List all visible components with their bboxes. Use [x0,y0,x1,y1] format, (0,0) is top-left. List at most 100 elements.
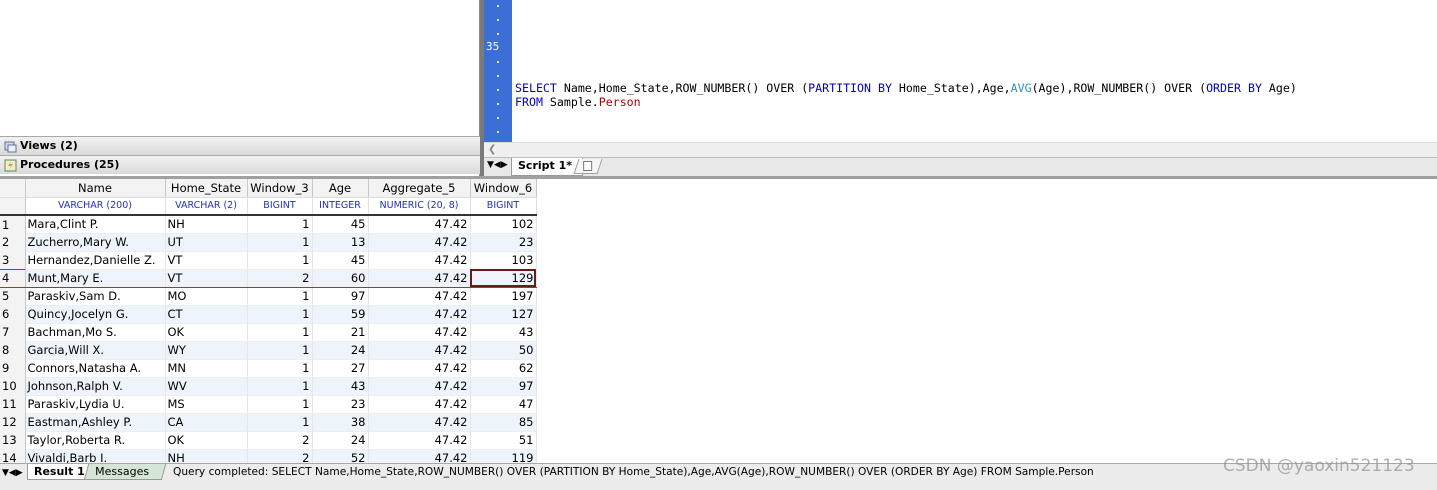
table-cell[interactable]: 47.42 [368,431,471,450]
table-cell[interactable]: MS [165,395,248,414]
column-header-age[interactable]: Age [312,179,369,198]
table-cell[interactable]: Johnson,Ralph V. [25,377,166,396]
table-row[interactable]: 14 Vivaldi,Barb I. NH 2 52 47.42 119 [0,449,537,463]
table-cell[interactable]: 47.42 [368,395,471,414]
table-cell[interactable]: 1 [247,323,313,342]
table-cell[interactable]: 2 [247,449,313,463]
table-cell[interactable]: 51 [470,431,537,450]
tab-result-1[interactable]: Result 1 [27,464,92,480]
table-cell[interactable]: 47.42 [368,323,471,342]
column-header-aggregate-5[interactable]: Aggregate_5 [368,179,471,198]
row-number[interactable]: 2 [0,233,26,251]
row-number[interactable]: 1 [0,215,26,233]
table-cell[interactable]: Bachman,Mo S. [25,323,166,342]
table-cell[interactable]: Garcia,Will X. [25,341,166,360]
table-cell[interactable]: 1 [247,395,313,414]
results-grid[interactable]: Name Home_State Window_3 Age Aggregate_5… [0,179,1437,463]
sql-code[interactable]: SELECT Name,Home_State,ROW_NUMBER() OVER… [515,81,1297,109]
table-cell[interactable]: 60 [312,268,369,288]
table-cell[interactable]: 197 [470,287,537,306]
table-row[interactable]: 11 Paraskiv,Lydia U. MS 1 23 47.42 47 [0,395,537,414]
table-cell[interactable]: 97 [312,287,369,306]
table-cell[interactable]: Taylor,Roberta R. [25,431,166,450]
table-cell[interactable]: 23 [312,395,369,414]
table-cell[interactable]: 43 [470,323,537,342]
editor-horizontal-scrollbar[interactable]: ❮ [484,142,1437,157]
table-cell[interactable]: 47.42 [368,268,471,288]
table-cell[interactable]: 52 [312,449,369,463]
table-cell[interactable]: 47.42 [368,215,471,234]
table-cell[interactable]: Paraskiv,Sam D. [25,287,166,306]
table-row[interactable]: 8 Garcia,Will X. WY 1 24 47.42 50 [0,341,537,360]
table-cell[interactable]: 47 [470,395,537,414]
table-cell[interactable]: OK [165,323,248,342]
table-cell[interactable]: 45 [312,215,369,234]
table-row[interactable]: 5 Paraskiv,Sam D. MO 1 97 47.42 197 [0,287,537,306]
table-cell[interactable]: 23 [470,233,537,252]
table-cell[interactable]: 47.42 [368,341,471,360]
column-header-window-6[interactable]: Window_6 [470,179,537,198]
table-cell[interactable]: 24 [312,341,369,360]
table-cell[interactable]: NH [165,449,248,463]
table-cell[interactable]: 50 [470,341,537,360]
column-header-home-state[interactable]: Home_State [165,179,248,198]
table-cell[interactable]: 2 [247,431,313,450]
tab-messages[interactable]: Messages [83,464,167,480]
table-cell[interactable]: Hernandez,Danielle Z. [25,251,166,270]
row-number[interactable]: 8 [0,341,26,359]
result-tab-scroll-arrows-icon[interactable]: ▼◀▶ [2,468,23,478]
tab-scroll-arrows-icon[interactable]: ▼◀▶ [487,160,508,170]
table-cell[interactable]: 85 [470,413,537,432]
row-number[interactable]: 12 [0,413,26,431]
table-row[interactable]: 12 Eastman,Ashley P. CA 1 38 47.42 85 [0,413,537,432]
table-cell[interactable]: Munt,Mary E. [25,268,166,288]
table-row[interactable]: 6 Quincy,Jocelyn G. CT 1 59 47.42 127 [0,305,537,324]
table-cell[interactable]: 1 [247,413,313,432]
table-cell[interactable]: 127 [470,305,537,324]
table-cell[interactable]: 47.42 [368,449,471,463]
table-cell[interactable]: 102 [470,215,537,234]
table-cell[interactable]: 1 [247,377,313,396]
tree-item-procedures[interactable]: Procedures (25) [0,155,480,174]
table-cell[interactable]: CT [165,305,248,324]
table-cell[interactable]: 43 [312,377,369,396]
table-cell[interactable]: 2 [247,268,313,288]
table-cell[interactable]: OK [165,431,248,450]
row-number[interactable]: 14 [0,449,26,463]
table-cell[interactable]: Connors,Natasha A. [25,359,166,378]
row-number[interactable]: 7 [0,323,26,341]
table-cell[interactable]: 47.42 [368,305,471,324]
table-cell[interactable]: 13 [312,233,369,252]
table-cell[interactable]: 97 [470,377,537,396]
tab-script-1[interactable]: Script 1* [511,158,584,176]
table-cell[interactable]: VT [165,251,248,270]
table-row[interactable]: 2 Zucherro,Mary W. UT 1 13 47.42 23 [0,233,537,252]
table-cell[interactable]: MN [165,359,248,378]
table-cell[interactable]: 47.42 [368,251,471,270]
table-cell[interactable]: 1 [247,359,313,378]
table-row[interactable]: 1 Mara,Clint P. NH 1 45 47.42 102 [0,215,537,234]
scroll-left-icon[interactable]: ❮ [488,144,496,155]
table-cell[interactable]: MO [165,287,248,306]
column-header-name[interactable]: Name [25,179,166,198]
new-script-tab-button[interactable] [573,159,603,174]
table-cell[interactable]: 38 [312,413,369,432]
table-cell[interactable]: UT [165,233,248,252]
table-cell[interactable]: 103 [470,251,537,270]
row-number[interactable]: 13 [0,431,26,449]
table-cell[interactable]: 62 [470,359,537,378]
table-cell[interactable]: 47.42 [368,377,471,396]
row-number[interactable]: 3 [0,251,26,269]
table-cell[interactable]: 47.42 [368,233,471,252]
table-cell[interactable]: WY [165,341,248,360]
table-cell[interactable]: 1 [247,233,313,252]
table-cell[interactable]: 1 [247,287,313,306]
table-cell[interactable]: VT [165,268,248,288]
table-cell[interactable]: 59 [312,305,369,324]
table-cell[interactable]: CA [165,413,248,432]
table-row[interactable]: 7 Bachman,Mo S. OK 1 21 47.42 43 [0,323,537,342]
table-cell[interactable]: NH [165,215,248,234]
table-cell[interactable]: 47.42 [368,359,471,378]
table-row[interactable]: 9 Connors,Natasha A. MN 1 27 47.42 62 [0,359,537,378]
table-cell[interactable]: Quincy,Jocelyn G. [25,305,166,324]
